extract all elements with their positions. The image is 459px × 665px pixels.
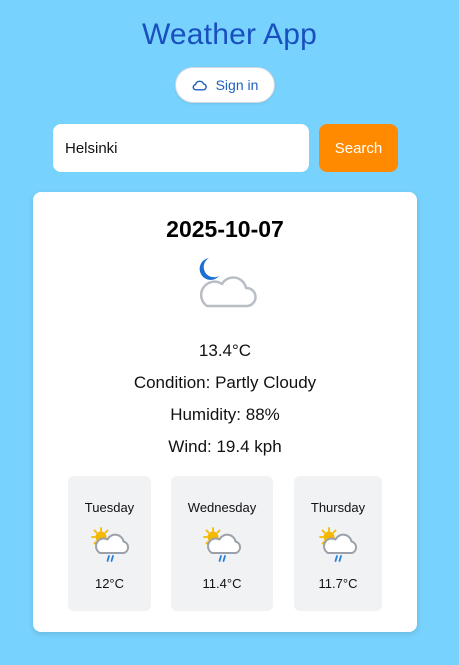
current-wind: Wind: 19.4 kph <box>168 437 282 456</box>
current-temperature: 13.4°C <box>198 341 252 360</box>
current-condition: Condition: Partly Cloudy <box>133 373 317 392</box>
search-button[interactable]: Search <box>319 124 398 172</box>
weather-card: 2025-10-07 13.4°C Condition: Partly Clou… <box>33 192 417 632</box>
forecast-day: Tuesday <box>84 500 135 515</box>
forecast-temp: 11.4°C <box>202 576 242 591</box>
forecast-card: Thursday 11.7°C <box>294 476 382 611</box>
forecast-card: Tuesday 12°C <box>68 476 151 611</box>
sun-cloud-rain-icon <box>88 526 132 564</box>
city-search-input[interactable] <box>53 124 309 172</box>
app-title: Weather App <box>141 18 318 51</box>
sun-cloud-rain-icon <box>316 526 360 564</box>
sign-in-button[interactable]: Sign in <box>175 67 275 103</box>
current-date: 2025-10-07 <box>166 216 284 242</box>
moon-cloud-icon <box>189 254 261 314</box>
cloud-icon <box>192 79 208 91</box>
sun-cloud-rain-icon <box>200 526 244 564</box>
forecast-temp: 12°C <box>94 576 125 591</box>
forecast-day: Thursday <box>310 500 366 515</box>
current-humidity: Humidity: 88% <box>170 405 280 424</box>
forecast-card: Wednesday 11.4°C <box>171 476 273 611</box>
forecast-temp: 11.7°C <box>318 576 358 591</box>
sign-in-label: Sign in <box>215 77 259 93</box>
forecast-day: Wednesday <box>187 500 257 515</box>
